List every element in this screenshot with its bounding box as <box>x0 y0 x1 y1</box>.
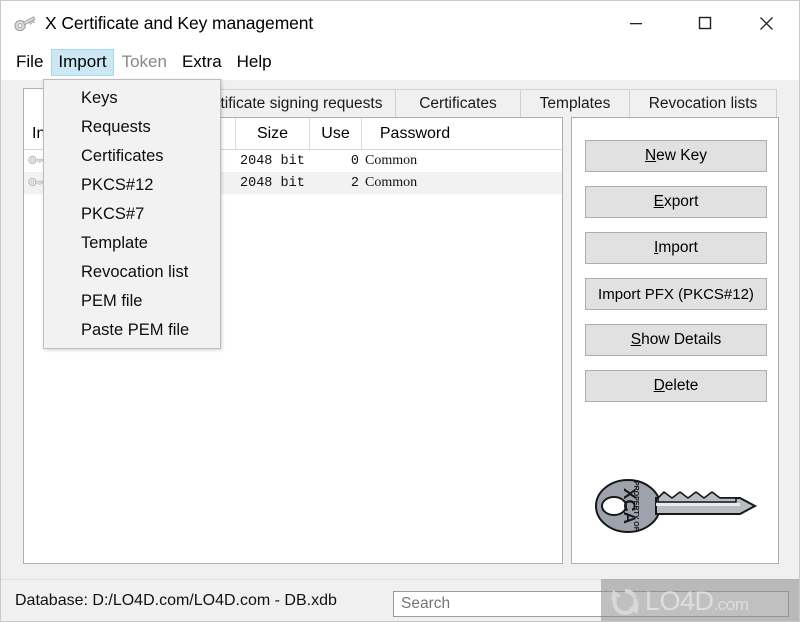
import-button[interactable]: Import <box>585 232 767 264</box>
tab-certificates[interactable]: Certificates <box>395 89 521 118</box>
export-button[interactable]: Export <box>585 186 767 218</box>
database-path-label: Database: D:/LO4D.com/LO4D.com - DB.xdb <box>15 592 337 609</box>
menu-item-pkcs7[interactable]: PKCS#7 <box>44 200 220 229</box>
application-window: X Certificate and Key management File Im… <box>0 0 800 622</box>
import-pfx-button[interactable]: Import PFX (PKCS#12) <box>585 278 767 310</box>
search-input[interactable] <box>399 594 788 614</box>
action-panel: New Key Export Import Import PFX (PKCS#1… <box>571 117 779 564</box>
menu-file[interactable]: File <box>9 49 50 76</box>
key-row-icon <box>28 154 44 168</box>
title-bar: X Certificate and Key management <box>1 1 799 45</box>
window-title: X Certificate and Key management <box>45 12 314 33</box>
cell-use: 2 <box>350 175 359 191</box>
import-dropdown-menu: Keys Requests Certificates PKCS#12 PKCS#… <box>43 79 221 349</box>
close-icon <box>759 16 773 30</box>
show-details-button[interactable]: Show Details <box>585 324 767 356</box>
export-button-label: Export <box>653 193 699 210</box>
column-header-size[interactable]: Size <box>236 118 310 149</box>
cell-size: 2048 bit <box>240 175 305 191</box>
new-key-button-label: New Key <box>644 147 708 164</box>
show-details-button-label: Show Details <box>630 331 722 348</box>
logo-engraving-large: XCA <box>620 488 639 524</box>
menu-import[interactable]: Import <box>51 49 114 76</box>
delete-button[interactable]: Delete <box>585 370 767 402</box>
key-row-icon <box>28 176 44 190</box>
column-header-password[interactable]: Password <box>362 118 468 149</box>
xca-key-logo: PROPERTY OF XCA <box>590 470 765 542</box>
menu-item-template[interactable]: Template <box>44 229 220 258</box>
tab-revocation-lists[interactable]: Revocation lists <box>629 89 777 118</box>
tab-templates[interactable]: Templates <box>520 89 630 118</box>
menu-bar: File Import Token Extra Help <box>1 45 799 80</box>
key-icon <box>13 12 37 34</box>
import-button-label: Import <box>654 239 698 256</box>
menu-item-keys[interactable]: Keys <box>44 84 220 113</box>
menu-extra[interactable]: Extra <box>175 49 229 76</box>
minimize-button[interactable] <box>613 1 659 45</box>
cell-use: 0 <box>350 153 359 169</box>
menu-item-requests[interactable]: Requests <box>44 113 220 142</box>
close-button[interactable] <box>743 1 789 45</box>
menu-token[interactable]: Token <box>115 49 174 76</box>
new-key-button[interactable]: New Key <box>585 140 767 172</box>
menu-item-revocation-list[interactable]: Revocation list <box>44 258 220 287</box>
column-header-use[interactable]: Use <box>310 118 362 149</box>
menu-item-certificates[interactable]: Certificates <box>44 142 220 171</box>
menu-help[interactable]: Help <box>230 49 279 76</box>
delete-button-label: Delete <box>653 377 699 394</box>
cell-password: Common <box>365 175 418 190</box>
cell-size: 2048 bit <box>240 153 305 169</box>
menu-item-pem-file[interactable]: PEM file <box>44 287 220 316</box>
menu-item-pkcs12[interactable]: PKCS#12 <box>44 171 220 200</box>
maximize-icon <box>698 16 712 30</box>
cell-password: Common <box>365 153 418 168</box>
maximize-button[interactable] <box>682 1 728 45</box>
menu-item-paste-pem-file[interactable]: Paste PEM file <box>44 316 220 345</box>
minimize-icon <box>630 23 642 25</box>
search-field[interactable] <box>393 591 789 617</box>
import-pfx-button-label: Import PFX (PKCS#12) <box>598 285 754 303</box>
